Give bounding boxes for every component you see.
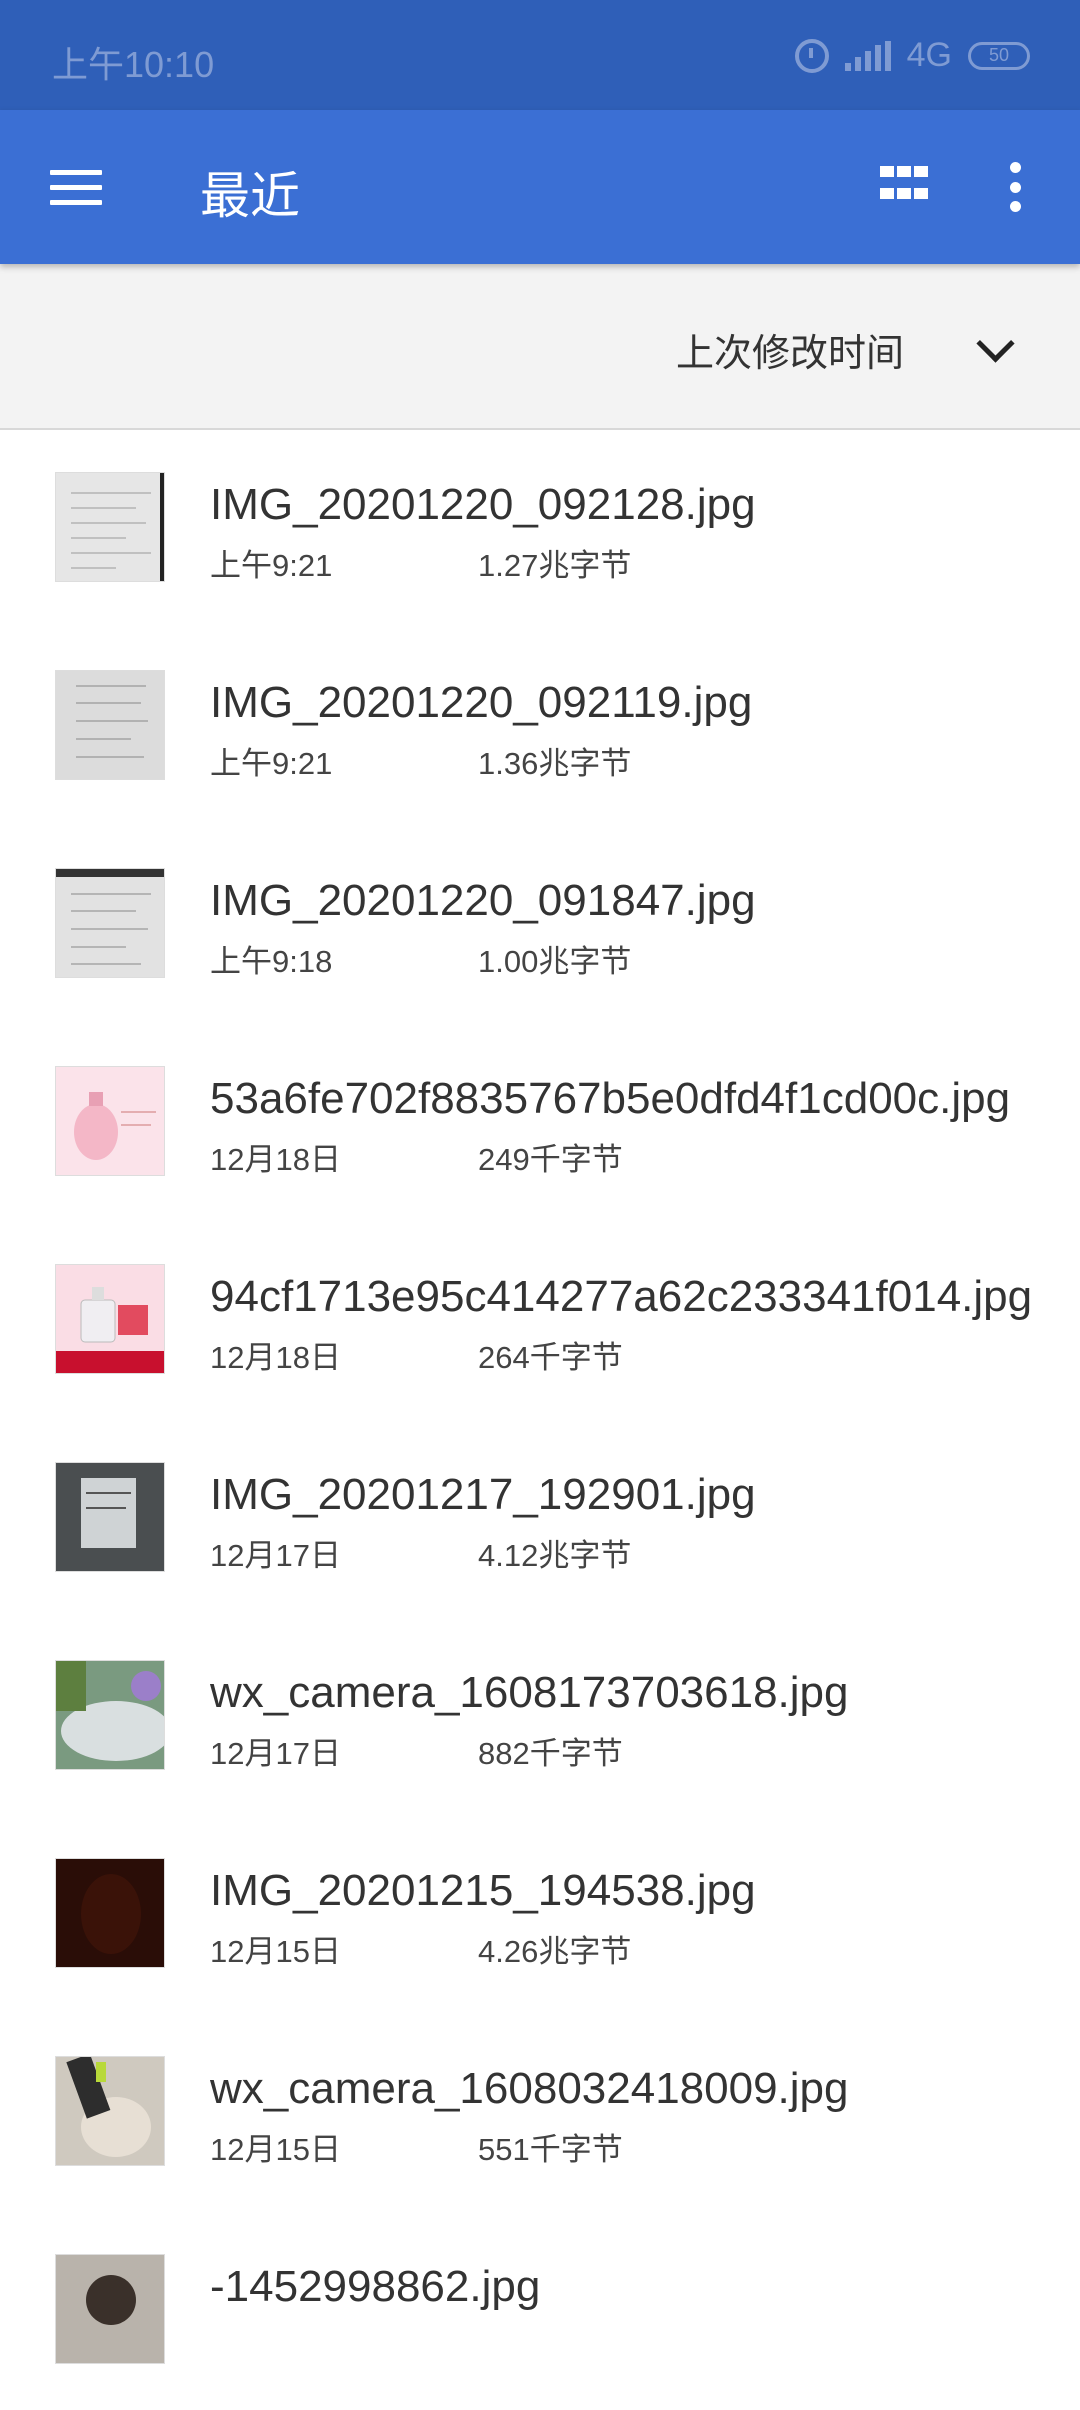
file-thumbnail <box>55 1264 165 1374</box>
file-thumbnail <box>55 670 165 780</box>
status-icons: 4G 50 <box>794 36 1030 75</box>
file-name: wx_camera_1608032418009.jpg <box>210 2064 849 2113</box>
document-photo-thumbnail <box>56 671 164 779</box>
sort-bar[interactable]: 上次修改时间 <box>0 264 1080 430</box>
game-screenshot-thumbnail <box>56 1661 164 1769</box>
document-photo-thumbnail <box>56 869 164 977</box>
list-item[interactable]: -1452998862.jpg <box>0 2212 1080 2410</box>
chevron-down-icon[interactable] <box>976 324 1015 363</box>
file-date: 上午9:21 <box>210 746 333 781</box>
file-thumbnail <box>55 472 165 582</box>
page-title: 最近 <box>200 168 300 224</box>
portrait-photo-thumbnail <box>56 2255 164 2363</box>
file-thumbnail <box>55 1066 165 1176</box>
alarm-icon <box>794 38 829 73</box>
file-date: 上午9:18 <box>210 944 333 979</box>
perfume-ad-thumbnail <box>56 1067 164 1175</box>
menu-icon[interactable] <box>50 170 102 206</box>
list-item[interactable]: wx_camera_1608173703618.jpg 12月17日 882千字… <box>0 1618 1080 1816</box>
file-name: 94cf1713e95c414277a62c233341f014.jpg <box>210 1272 1033 1321</box>
file-size: 1.36兆字节 <box>478 746 632 781</box>
file-date: 12月18日 <box>210 1142 341 1177</box>
file-date: 12月15日 <box>210 2132 341 2167</box>
package-photo-thumbnail <box>56 1463 164 1571</box>
sort-label[interactable]: 上次修改时间 <box>676 322 904 377</box>
network-type: 4G <box>906 36 952 74</box>
battery-icon: 50 <box>968 41 1030 70</box>
file-thumbnail <box>55 1462 165 1572</box>
file-thumbnail <box>55 2254 165 2364</box>
list-item[interactable]: IMG_20201215_194538.jpg 12月15日 4.26兆字节 <box>0 1816 1080 2014</box>
file-size: 882千字节 <box>478 1736 623 1771</box>
file-date: 12月17日 <box>210 1736 341 1771</box>
file-list: IMG_20201220_092128.jpg 上午9:21 1.27兆字节 I… <box>0 430 1080 2410</box>
file-name: 53a6fe702f8835767b5e0dfd4f1cd00c.jpg <box>210 1074 1011 1123</box>
hand-photo-thumbnail <box>56 2057 164 2165</box>
list-item[interactable]: IMG_20201220_092119.jpg 上午9:21 1.36兆字节 <box>0 628 1080 826</box>
list-item[interactable]: wx_camera_1608032418009.jpg 12月15日 551千字… <box>0 2014 1080 2212</box>
file-thumbnail <box>55 868 165 978</box>
file-date: 上午9:21 <box>210 548 333 583</box>
signal-icon <box>844 40 891 71</box>
file-size: 551千字节 <box>478 2132 623 2167</box>
file-date: 12月17日 <box>210 1538 341 1573</box>
file-size: 264千字节 <box>478 1340 623 1375</box>
file-name: IMG_20201220_092119.jpg <box>210 678 753 727</box>
list-item[interactable]: 53a6fe702f8835767b5e0dfd4f1cd00c.jpg 12月… <box>0 1024 1080 1222</box>
file-name: -1452998862.jpg <box>210 2262 541 2311</box>
file-date: 12月15日 <box>210 1934 341 1969</box>
status-bar: 上午10:10 4G 50 <box>0 0 1080 110</box>
file-thumbnail <box>55 1660 165 1770</box>
grid-view-icon[interactable] <box>880 166 928 206</box>
file-name: IMG_20201215_194538.jpg <box>210 1866 756 1915</box>
file-size: 249千字节 <box>478 1142 623 1177</box>
file-name: IMG_20201217_192901.jpg <box>210 1470 756 1519</box>
file-size: 1.27兆字节 <box>478 548 632 583</box>
file-date: 12月18日 <box>210 1340 341 1375</box>
file-name: IMG_20201220_091847.jpg <box>210 876 756 925</box>
status-time: 上午10:10 <box>52 44 215 85</box>
list-item[interactable]: 94cf1713e95c414277a62c233341f014.jpg 12月… <box>0 1222 1080 1420</box>
file-name: wx_camera_1608173703618.jpg <box>210 1668 849 1717</box>
list-item[interactable]: IMG_20201220_092128.jpg 上午9:21 1.27兆字节 <box>0 430 1080 628</box>
file-size: 1.00兆字节 <box>478 944 632 979</box>
file-thumbnail <box>55 2056 165 2166</box>
list-item[interactable]: IMG_20201217_192901.jpg 12月17日 4.12兆字节 <box>0 1420 1080 1618</box>
more-vert-icon[interactable] <box>1008 162 1022 212</box>
perfume-ad-thumbnail <box>56 1265 164 1373</box>
app-bar: 最近 <box>0 110 1080 264</box>
file-name: IMG_20201220_092128.jpg <box>210 480 756 529</box>
battery-level: 50 <box>988 45 1010 65</box>
document-photo-thumbnail <box>56 473 164 581</box>
list-item[interactable]: IMG_20201220_091847.jpg 上午9:18 1.00兆字节 <box>0 826 1080 1024</box>
file-thumbnail <box>55 1858 165 1968</box>
file-size: 4.12兆字节 <box>478 1538 632 1573</box>
file-size: 4.26兆字节 <box>478 1934 632 1969</box>
dark-photo-thumbnail <box>56 1859 164 1967</box>
